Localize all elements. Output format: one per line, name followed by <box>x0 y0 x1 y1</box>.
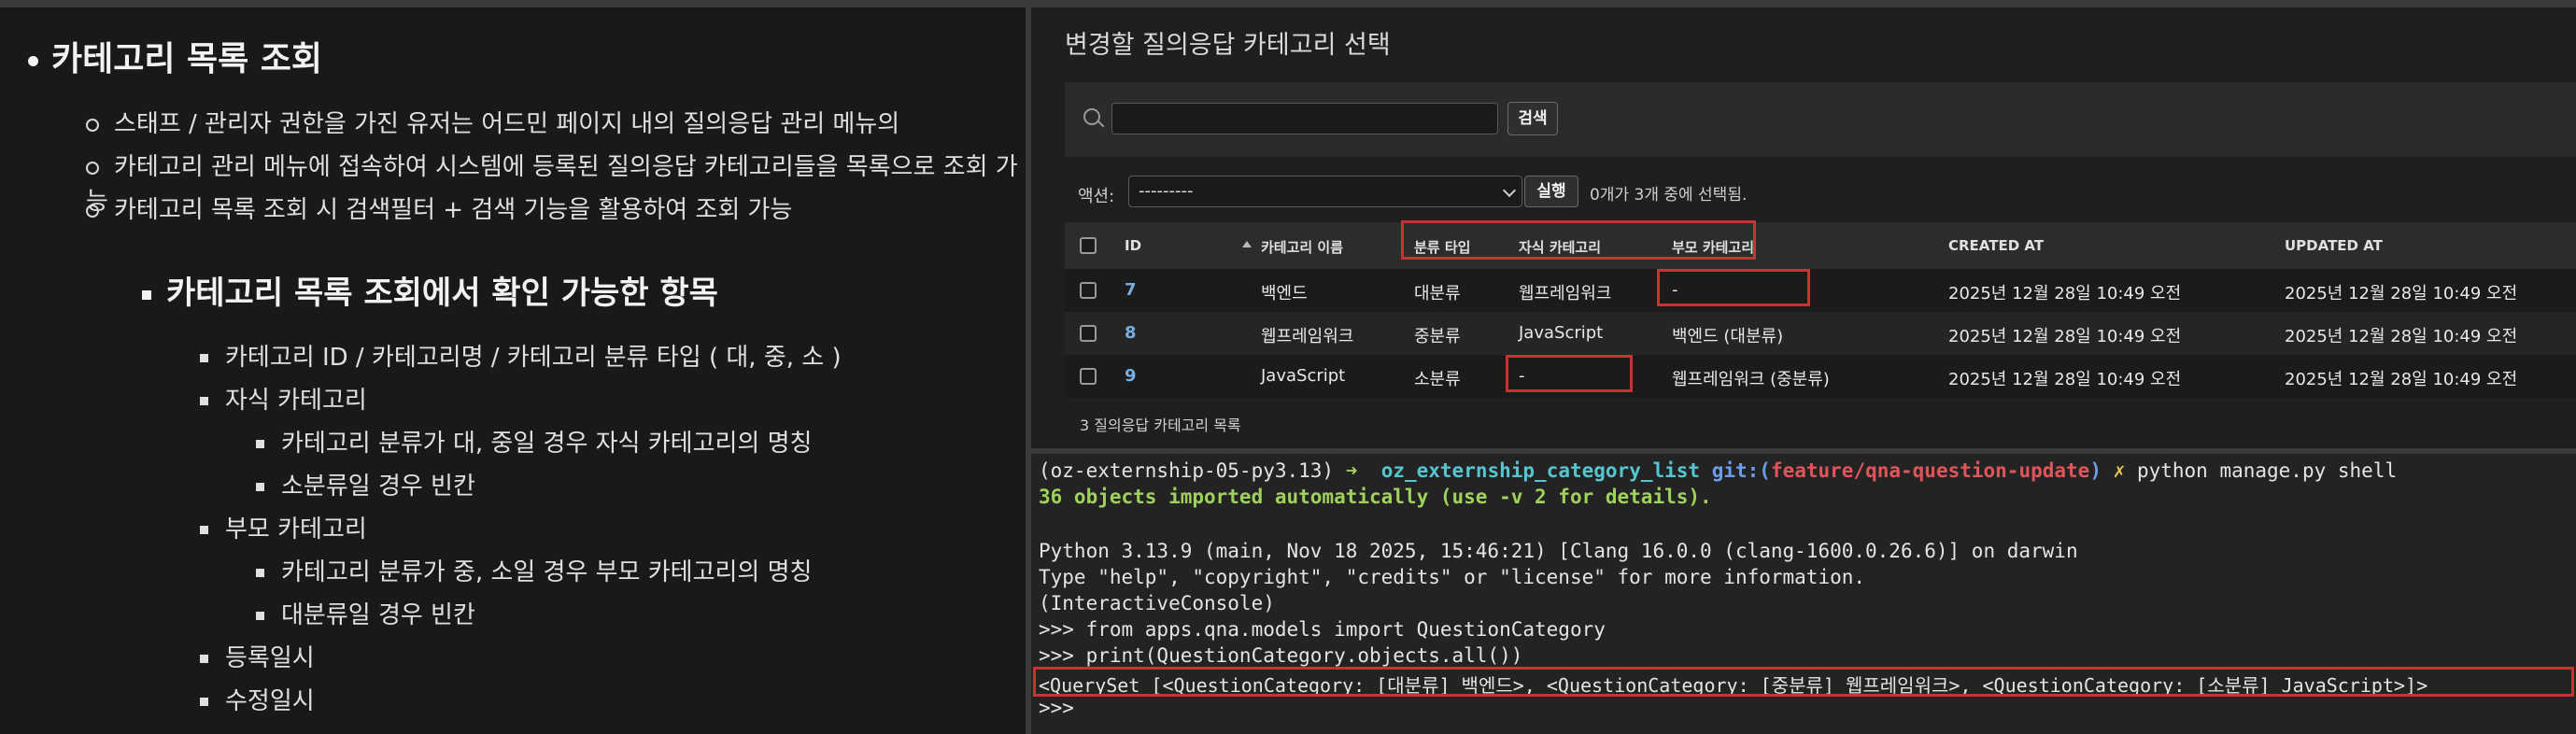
row-updated: 2025년 12월 28일 10:49 오전 <box>2285 284 2518 303</box>
circle-bullet-icon <box>86 204 99 218</box>
note-item: 카테고리 분류가 대, 중일 경우 자식 카테고리의 명칭 <box>256 424 812 459</box>
square-bullet-icon <box>200 397 208 405</box>
prompt-arrow-icon: ➜ <box>1345 459 1358 482</box>
square-bullet-icon <box>256 483 264 491</box>
search-icon <box>1083 108 1100 125</box>
notes-heading: 카테고리 목록 조회 <box>28 32 322 80</box>
terminal-output: Python 3.13.9 (main, Nov 18 2025, 15:46:… <box>1039 540 2078 562</box>
row-child: JavaScript <box>1519 323 1604 343</box>
terminal-input-prompt[interactable]: >>> <box>1039 697 1074 719</box>
row-type: 소분류 <box>1414 370 1461 389</box>
row-checkbox[interactable] <box>1080 368 1097 385</box>
column-header-name[interactable]: 카테고리 이름 <box>1261 237 1343 257</box>
square-bullet-icon <box>256 612 264 620</box>
row-type: 중분류 <box>1414 327 1461 346</box>
run-button[interactable]: 실행 <box>1524 176 1578 207</box>
row-type: 대분류 <box>1414 284 1461 303</box>
action-select[interactable]: --------- <box>1128 176 1522 207</box>
table-row: 9 JavaScript 소분류 - 웹프레임워크 (중분류) 2025년 12… <box>1065 355 2576 398</box>
square-bullet-icon <box>200 526 208 534</box>
row-id-link[interactable]: 9 <box>1125 366 1137 386</box>
notes-subheading: 카테고리 목록 조회에서 확인 가능한 항목 <box>142 267 718 313</box>
note-item: 소분류일 경우 빈칸 <box>256 467 475 501</box>
note-item: 카테고리 ID / 카테고리명 / 카테고리 분류 타입 ( 대, 중, 소 ) <box>200 338 842 373</box>
row-created: 2025년 12월 28일 10:49 오전 <box>1948 284 2182 303</box>
note-item: 등록일시 <box>200 639 315 673</box>
highlight-box-queryset <box>1033 667 2574 697</box>
select-all-checkbox[interactable] <box>1080 237 1097 254</box>
note-item: 대분류일 경우 빈칸 <box>256 596 475 630</box>
note-item: 부모 카테고리 <box>200 510 367 544</box>
row-parent: 백엔드 (대분류) <box>1672 327 1784 346</box>
terminal-output: (InteractiveConsole) <box>1039 592 1275 614</box>
result-count: 3 질의응답 카테고리 목록 <box>1080 416 1241 434</box>
row-id-link[interactable]: 7 <box>1125 280 1137 300</box>
chevron-down-icon <box>1502 183 1517 198</box>
row-parent: 웹프레임워크 (중분류) <box>1672 370 1830 389</box>
row-updated: 2025년 12월 28일 10:49 오전 <box>2285 327 2518 346</box>
row-child: 웹프레임워크 <box>1519 284 1612 303</box>
column-header-updated[interactable]: UPDATED AT <box>2285 237 2383 254</box>
highlight-box-child-empty <box>1506 355 1633 392</box>
row-name: 백엔드 <box>1261 284 1308 303</box>
selection-count: 0개가 3개 중에 선택됨. <box>1590 186 1748 205</box>
square-bullet-icon <box>200 354 208 362</box>
row-created: 2025년 12월 28일 10:49 오전 <box>1948 370 2182 389</box>
note-item: 자식 카테고리 <box>200 381 367 416</box>
admin-panel: 변경할 질의응답 카테고리 선택 검색 액션: --------- 실행 0개가… <box>1031 7 2576 448</box>
square-bullet-icon <box>142 289 151 300</box>
row-name: 웹프레임워크 <box>1261 327 1354 346</box>
row-name: JavaScript <box>1261 366 1346 386</box>
square-bullet-icon <box>200 698 208 706</box>
column-header-created[interactable]: CREATED AT <box>1948 237 2044 254</box>
terminal-prompt-line: (oz-externship-05-py3.13) ➜ oz_externshi… <box>1039 459 2398 482</box>
note-item: 수정일시 <box>200 682 315 716</box>
highlight-box-parent-empty <box>1657 269 1810 306</box>
action-label: 액션: <box>1078 187 1115 206</box>
square-bullet-icon <box>200 655 208 663</box>
search-input[interactable] <box>1111 103 1498 134</box>
row-checkbox[interactable] <box>1080 282 1097 299</box>
column-header-id[interactable]: ID <box>1125 237 1141 254</box>
circle-bullet-icon <box>86 118 99 132</box>
table-row: 7 백엔드 대분류 웹프레임워크 - 2025년 12월 28일 10:49 오… <box>1065 269 2576 312</box>
highlight-box-headers <box>1401 220 1756 260</box>
terminal-command: >>> print(QuestionCategory.objects.all()… <box>1039 644 1523 667</box>
square-bullet-icon <box>256 440 264 448</box>
sort-ascending-icon[interactable] <box>1242 241 1252 247</box>
terminal-output: Type "help", "copyright", "credits" or "… <box>1039 566 1866 588</box>
square-bullet-icon <box>256 569 264 577</box>
page-title: 변경할 질의응답 카테고리 선택 <box>1065 31 1391 60</box>
circle-bullet-icon <box>86 161 99 175</box>
row-updated: 2025년 12월 28일 10:49 오전 <box>2285 370 2518 389</box>
note-point: 스태프 / 관리자 권한을 가진 유저는 어드민 페이지 내의 질의응답 관리 … <box>86 105 899 139</box>
table-header: ID 카테고리 이름 분류 타입 자식 카테고리 부모 카테고리 CREATED… <box>1065 222 2576 269</box>
row-created: 2025년 12월 28일 10:49 오전 <box>1948 327 2182 346</box>
bullet-icon <box>28 55 38 66</box>
search-button[interactable]: 검색 <box>1507 102 1558 135</box>
search-toolbar: 검색 <box>1065 82 2576 157</box>
table-row: 8 웹프레임워크 중분류 JavaScript 백엔드 (대분류) 2025년 … <box>1065 312 2576 355</box>
terminal-command: >>> from apps.qna.models import Question… <box>1039 618 1606 641</box>
terminal-output: 36 objects imported automatically (use -… <box>1039 486 1712 508</box>
notes-panel: 카테고리 목록 조회 스태프 / 관리자 권한을 가진 유저는 어드민 페이지 … <box>0 7 1026 734</box>
note-point: 카테고리 목록 조회 시 검색필터 + 검색 기능을 활용하여 조회 가능 <box>86 191 792 225</box>
note-item: 카테고리 분류가 중, 소일 경우 부모 카테고리의 명칭 <box>256 553 812 587</box>
row-id-link[interactable]: 8 <box>1125 323 1137 343</box>
terminal-panel[interactable]: (oz-externship-05-py3.13) ➜ oz_externshi… <box>1031 454 2576 734</box>
row-checkbox[interactable] <box>1080 325 1097 342</box>
